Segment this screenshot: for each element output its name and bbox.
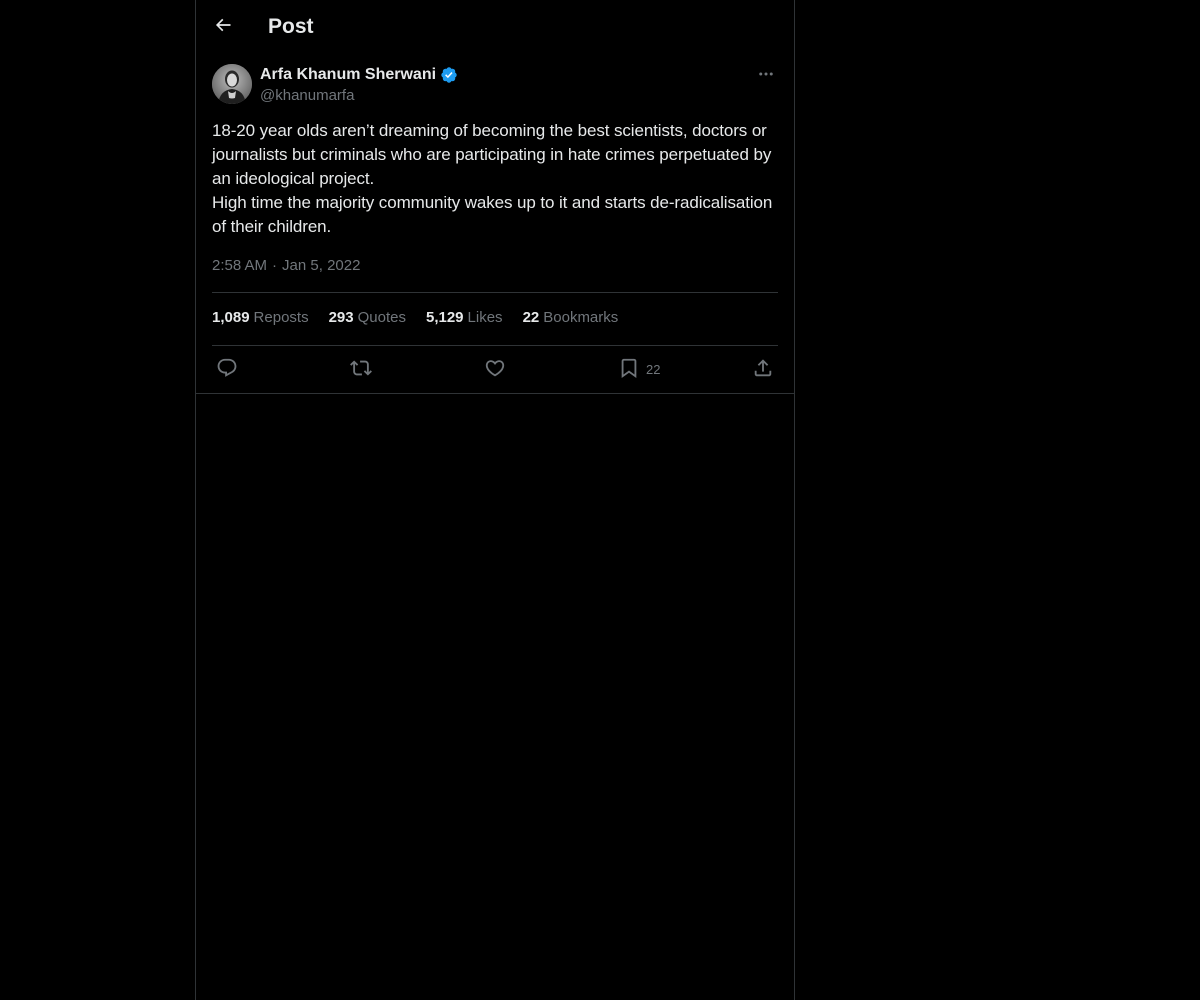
bookmarks-count: 22 xyxy=(522,309,540,326)
bookmarks-stat[interactable]: 22 Bookmarks xyxy=(523,308,619,328)
more-options-button[interactable] xyxy=(754,64,778,88)
reposts-label: Reposts xyxy=(253,309,309,326)
bookmark-button[interactable]: 22 xyxy=(618,356,660,382)
bookmark-count: 22 xyxy=(646,361,661,377)
likes-label: Likes xyxy=(467,309,503,326)
divider xyxy=(212,292,778,293)
like-button[interactable] xyxy=(484,356,506,382)
bookmark-icon xyxy=(618,357,640,382)
page-header: Post xyxy=(196,0,794,53)
repost-icon xyxy=(350,357,372,382)
quotes-count: 293 xyxy=(328,309,354,326)
bookmarks-label: Bookmarks xyxy=(543,309,619,326)
likes-stat[interactable]: 5,129 Likes xyxy=(426,308,503,328)
tweet-text: 18-20 year olds aren’t dreaming of becom… xyxy=(212,119,778,239)
reply-icon xyxy=(216,357,238,382)
author-handle[interactable]: @khanumarfa xyxy=(260,86,354,106)
back-button[interactable] xyxy=(207,11,239,43)
share-button[interactable] xyxy=(752,356,774,382)
engagement-stats: 1,089 Reposts 293 Quotes 5,129 Likes 22 Book… xyxy=(212,308,618,328)
likes-count: 5,129 xyxy=(425,309,464,326)
author-name[interactable]: Arfa Khanum Sherwani xyxy=(260,65,436,85)
tweet-date[interactable]: Jan 5, 2022 xyxy=(282,256,360,276)
action-bar: 22 xyxy=(212,356,778,382)
verified-badge-icon xyxy=(440,66,458,84)
more-horizontal-icon xyxy=(757,65,775,88)
reposts-count: 1,089 xyxy=(212,309,250,326)
avatar[interactable] xyxy=(212,64,252,104)
quotes-stat[interactable]: 293 Quotes xyxy=(329,308,406,328)
tweet-time[interactable]: 2:58 AM xyxy=(212,256,267,276)
reply-button[interactable] xyxy=(216,356,238,382)
tweet-text-line: 18-20 year olds aren’t dreaming of becom… xyxy=(212,121,772,188)
main-column: Post Arfa Khanum Sherwani @khanumarfa 18… xyxy=(195,0,795,1000)
tweet-text-line: High time the majority community wakes u… xyxy=(212,193,773,236)
timestamp-row: 2:58 AM · Jan 5, 2022 xyxy=(212,256,360,276)
tweet-bottom-border xyxy=(196,393,794,394)
arrow-left-icon xyxy=(213,15,233,40)
heart-icon xyxy=(484,357,506,382)
page-title: Post xyxy=(268,15,314,38)
share-icon xyxy=(752,357,774,382)
quotes-label: Quotes xyxy=(357,309,406,326)
divider xyxy=(212,345,778,346)
reposts-stat[interactable]: 1,089 Reposts xyxy=(212,308,309,328)
repost-button[interactable] xyxy=(350,356,372,382)
author-name-row: Arfa Khanum Sherwani xyxy=(260,65,458,85)
timestamp-separator: · xyxy=(272,257,278,274)
